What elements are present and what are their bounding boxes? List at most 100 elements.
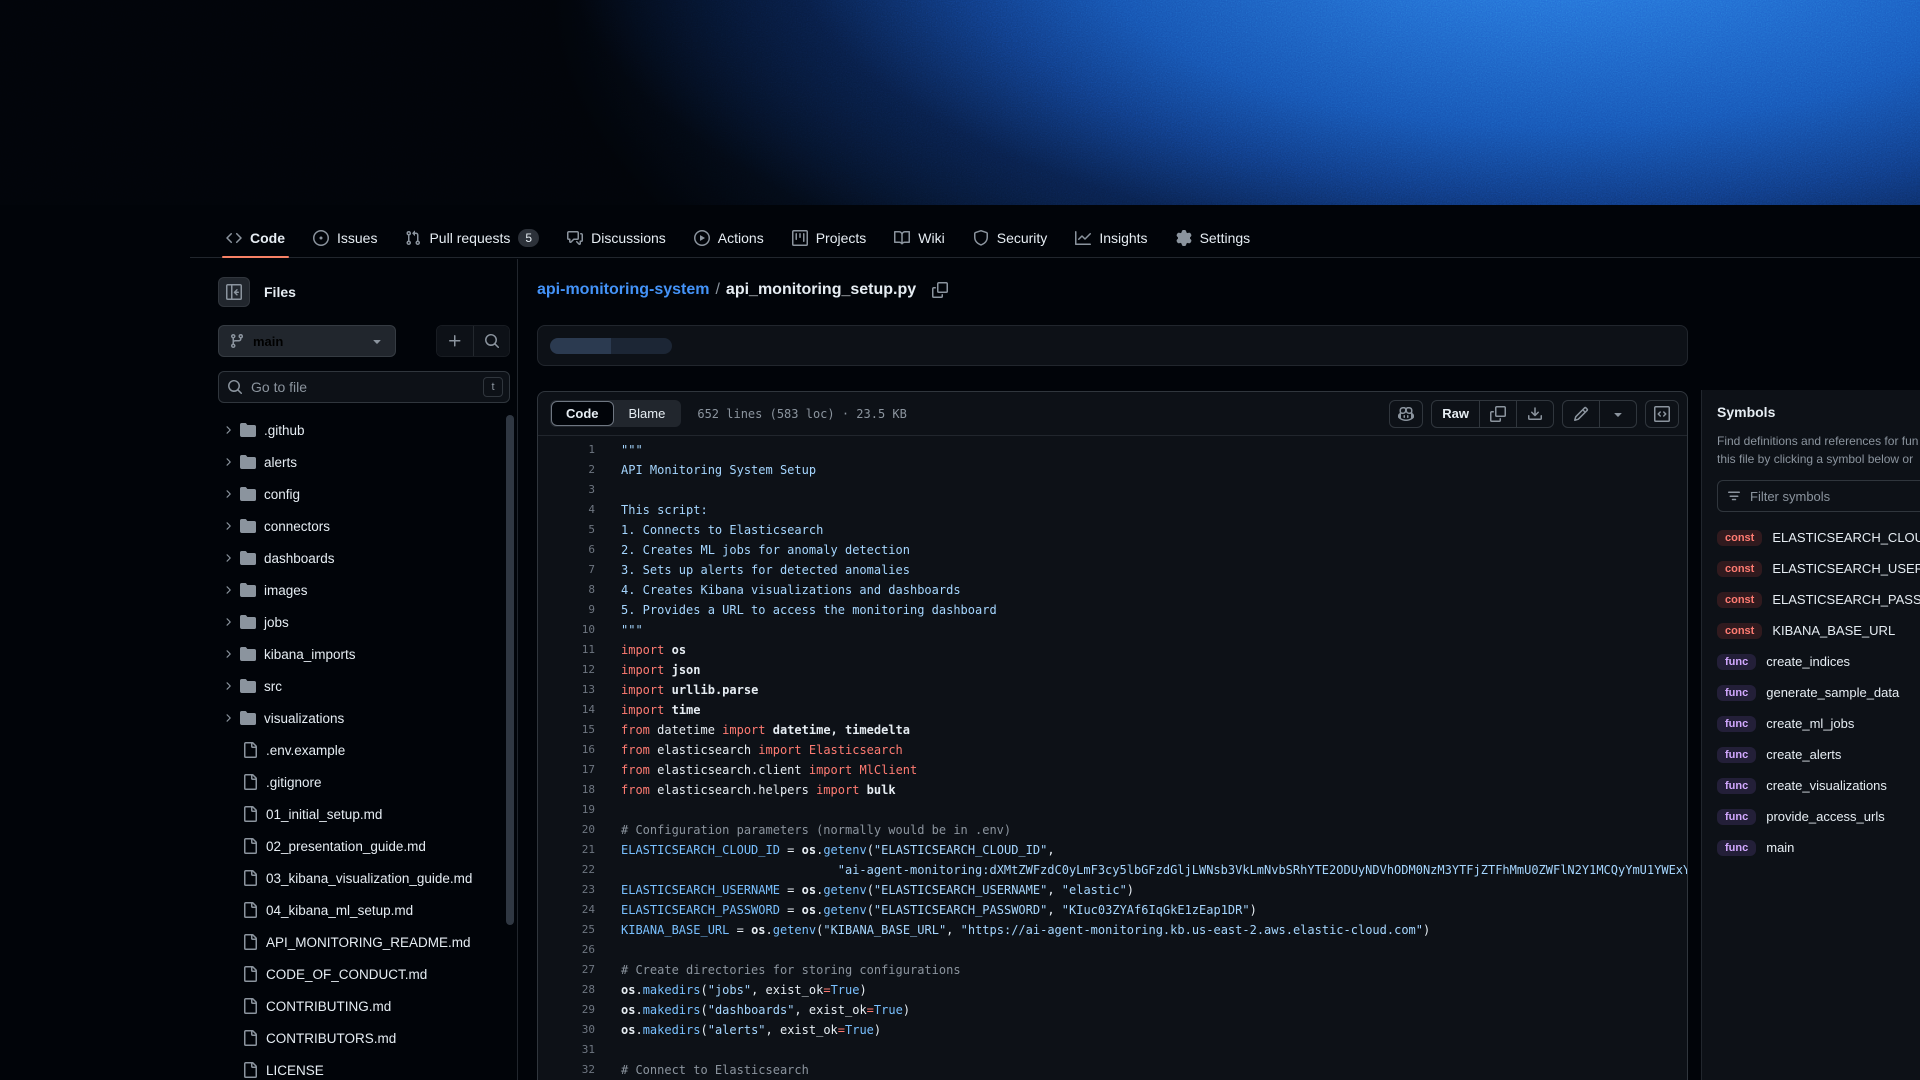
line-number[interactable]: 15 bbox=[550, 720, 595, 740]
line-number[interactable]: 4 bbox=[550, 500, 595, 520]
tree-item-alerts[interactable]: alerts bbox=[218, 446, 510, 478]
tree-item-CONTRIBUTORS.md[interactable]: CONTRIBUTORS.md bbox=[218, 1022, 510, 1054]
code-line-text: 2. Creates ML jobs for anomaly detection bbox=[621, 540, 910, 560]
line-number[interactable]: 31 bbox=[550, 1040, 595, 1060]
tree-item-.env.example[interactable]: .env.example bbox=[218, 734, 510, 766]
tab-blame[interactable]: Blame bbox=[614, 401, 681, 426]
line-number[interactable]: 8 bbox=[550, 580, 595, 600]
branch-selector[interactable]: main bbox=[218, 325, 396, 357]
symbol-item-generate_sample_data[interactable]: funcgenerate_sample_data bbox=[1717, 677, 1920, 708]
nav-tab-issues[interactable]: Issues bbox=[301, 219, 389, 257]
line-number[interactable]: 26 bbox=[550, 940, 595, 960]
line-number[interactable]: 1 bbox=[550, 440, 595, 460]
edit-file-button[interactable] bbox=[1563, 401, 1599, 427]
tree-item-visualizations[interactable]: visualizations bbox=[218, 702, 510, 734]
line-number[interactable]: 22 bbox=[550, 860, 595, 880]
tree-item-kibana_imports[interactable]: kibana_imports bbox=[218, 638, 510, 670]
tree-item-CONTRIBUTING.md[interactable]: CONTRIBUTING.md bbox=[218, 990, 510, 1022]
line-number[interactable]: 12 bbox=[550, 660, 595, 680]
tree-item-images[interactable]: images bbox=[218, 574, 510, 606]
copilot-button[interactable] bbox=[1389, 400, 1423, 428]
symbol-item-main[interactable]: funcmain bbox=[1717, 832, 1920, 863]
symbols-toggle-button[interactable] bbox=[1645, 400, 1679, 428]
tree-item-03_kibana_visualization_guide.md[interactable]: 03_kibana_visualization_guide.md bbox=[218, 862, 510, 894]
search-tree-button[interactable] bbox=[473, 326, 509, 356]
line-number[interactable]: 3 bbox=[550, 480, 595, 500]
nav-tab-settings[interactable]: Settings bbox=[1164, 219, 1263, 257]
file-icon bbox=[242, 742, 258, 758]
tree-item-connectors[interactable]: connectors bbox=[218, 510, 510, 542]
line-number[interactable]: 25 bbox=[550, 920, 595, 940]
line-number[interactable]: 20 bbox=[550, 820, 595, 840]
line-number[interactable]: 9 bbox=[550, 600, 595, 620]
sidebar-scrollbar[interactable] bbox=[506, 415, 514, 925]
tree-item-.github[interactable]: .github bbox=[218, 414, 510, 446]
tree-item-API_MONITORING_README.md[interactable]: API_MONITORING_README.md bbox=[218, 926, 510, 958]
line-number[interactable]: 23 bbox=[550, 880, 595, 900]
code-line: 6 2. Creates ML jobs for anomaly detectio… bbox=[538, 540, 1687, 560]
nav-tab-wiki[interactable]: Wiki bbox=[882, 219, 956, 257]
line-number[interactable]: 28 bbox=[550, 980, 595, 1000]
nav-tab-pull-requests[interactable]: Pull requests5 bbox=[393, 219, 551, 257]
line-number[interactable]: 30 bbox=[550, 1020, 595, 1040]
tree-item-src[interactable]: src bbox=[218, 670, 510, 702]
line-number[interactable]: 19 bbox=[550, 800, 595, 820]
line-number[interactable]: 17 bbox=[550, 760, 595, 780]
symbol-item-create_visualizations[interactable]: funccreate_visualizations bbox=[1717, 770, 1920, 801]
copy-path-button[interactable] bbox=[928, 278, 952, 302]
breadcrumb-repo-link[interactable]: api-monitoring-system bbox=[537, 281, 709, 299]
tree-item-02_presentation_guide.md[interactable]: 02_presentation_guide.md bbox=[218, 830, 510, 862]
symbol-item-ELASTICSEARCH_USERNAME[interactable]: constELASTICSEARCH_USERNAME bbox=[1717, 553, 1920, 584]
line-number[interactable]: 7 bbox=[550, 560, 595, 580]
line-number[interactable]: 24 bbox=[550, 900, 595, 920]
symbol-item-create_ml_jobs[interactable]: funccreate_ml_jobs bbox=[1717, 708, 1920, 739]
collapse-file-tree-button[interactable] bbox=[218, 277, 250, 307]
line-number[interactable]: 32 bbox=[550, 1060, 595, 1080]
line-number[interactable]: 27 bbox=[550, 960, 595, 980]
code-line-text: ELASTICSEARCH_CLOUD_ID = os.getenv("ELAS… bbox=[621, 840, 1055, 860]
line-number[interactable]: 13 bbox=[550, 680, 595, 700]
filter-symbols-input[interactable] bbox=[1717, 480, 1920, 512]
nav-tab-security[interactable]: Security bbox=[961, 219, 1060, 257]
nav-tab-discussions[interactable]: Discussions bbox=[555, 219, 678, 257]
symbol-item-provide_access_urls[interactable]: funcprovide_access_urls bbox=[1717, 801, 1920, 832]
go-to-file-input[interactable] bbox=[218, 371, 510, 403]
nav-tab-code[interactable]: Code bbox=[214, 219, 297, 257]
copy-raw-button[interactable] bbox=[1479, 401, 1516, 427]
nav-tab-insights[interactable]: Insights bbox=[1063, 219, 1159, 257]
line-number[interactable]: 16 bbox=[550, 740, 595, 760]
symbol-item-ELASTICSEARCH_PASSWORD[interactable]: constELASTICSEARCH_PASSWORD bbox=[1717, 584, 1920, 615]
line-number[interactable]: 6 bbox=[550, 540, 595, 560]
tree-item-config[interactable]: config bbox=[218, 478, 510, 510]
line-number[interactable]: 29 bbox=[550, 1000, 595, 1020]
discussion-icon bbox=[567, 230, 583, 246]
symbol-item-create_alerts[interactable]: funccreate_alerts bbox=[1717, 739, 1920, 770]
breadcrumb: api-monitoring-system / api_monitoring_s… bbox=[537, 276, 1688, 304]
line-number[interactable]: 10 bbox=[550, 620, 595, 640]
tree-item-04_kibana_ml_setup.md[interactable]: 04_kibana_ml_setup.md bbox=[218, 894, 510, 926]
raw-button[interactable]: Raw bbox=[1432, 401, 1479, 427]
tree-item-LICENSE[interactable]: LICENSE bbox=[218, 1054, 510, 1080]
tree-item-CODE_OF_CONDUCT.md[interactable]: CODE_OF_CONDUCT.md bbox=[218, 958, 510, 990]
download-button[interactable] bbox=[1516, 401, 1553, 427]
symbol-item-ELASTICSEARCH_CLOUD_ID[interactable]: constELASTICSEARCH_CLOUD_ID bbox=[1717, 522, 1920, 553]
tree-item-dashboards[interactable]: dashboards bbox=[218, 542, 510, 574]
symbol-item-KIBANA_BASE_URL[interactable]: constKIBANA_BASE_URL bbox=[1717, 615, 1920, 646]
raw-copy-download-group: Raw bbox=[1431, 400, 1554, 428]
line-number[interactable]: 11 bbox=[550, 640, 595, 660]
nav-tab-actions[interactable]: Actions bbox=[682, 219, 776, 257]
symbol-item-create_indices[interactable]: funccreate_indices bbox=[1717, 646, 1920, 677]
tree-item-jobs[interactable]: jobs bbox=[218, 606, 510, 638]
tab-code[interactable]: Code bbox=[551, 401, 614, 426]
line-number[interactable]: 21 bbox=[550, 840, 595, 860]
line-number[interactable]: 2 bbox=[550, 460, 595, 480]
add-file-button[interactable] bbox=[437, 326, 473, 356]
nav-tab-projects[interactable]: Projects bbox=[780, 219, 879, 257]
code-line-text: KIBANA_BASE_URL = os.getenv("KIBANA_BASE… bbox=[621, 920, 1430, 940]
tree-item-.gitignore[interactable]: .gitignore bbox=[218, 766, 510, 798]
edit-options-button[interactable] bbox=[1599, 401, 1636, 427]
line-number[interactable]: 5 bbox=[550, 520, 595, 540]
line-number[interactable]: 18 bbox=[550, 780, 595, 800]
tree-item-01_initial_setup.md[interactable]: 01_initial_setup.md bbox=[218, 798, 510, 830]
line-number[interactable]: 14 bbox=[550, 700, 595, 720]
